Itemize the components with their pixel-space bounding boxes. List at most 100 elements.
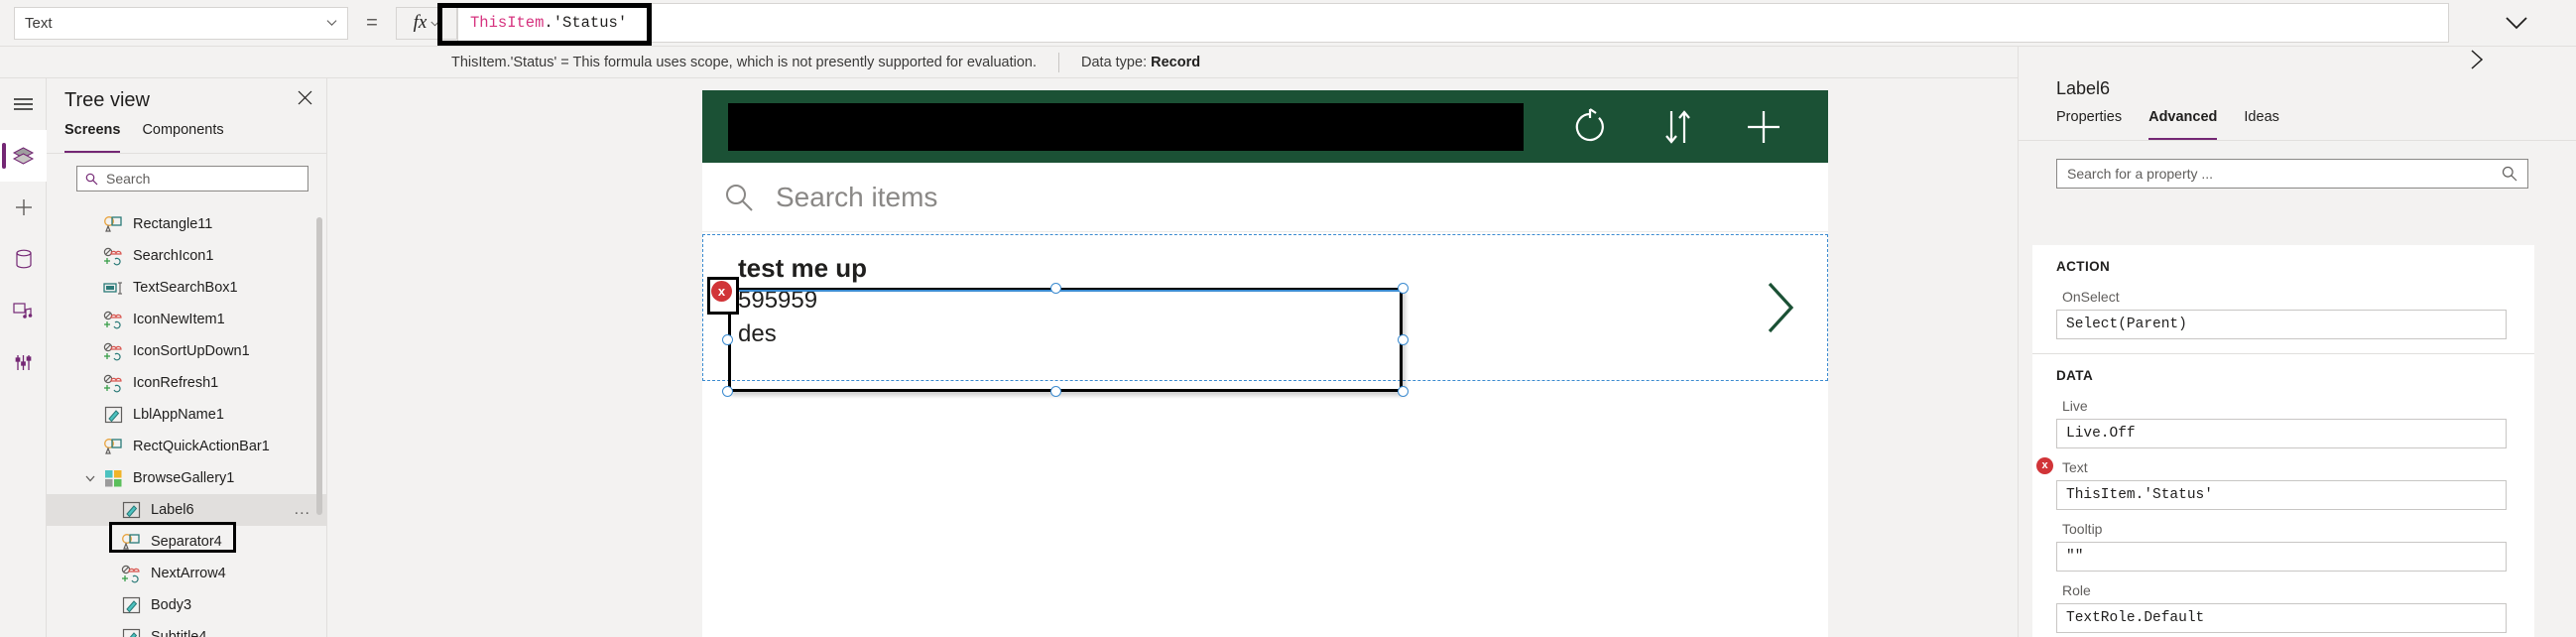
tree-item-label: Subtitle4 [151, 629, 207, 637]
label-icon [102, 404, 124, 426]
formula-bar: Text = fx ThisItem .'Status' [0, 0, 2576, 47]
property-label-text: x Text [2032, 448, 2534, 480]
media-button[interactable] [0, 285, 47, 336]
properties-field-list: ACTION OnSelect Select(Parent) DATA Live Live… [2032, 245, 2534, 637]
property-input-tooltip[interactable]: "" [2056, 542, 2507, 572]
tree-item-subtitle4[interactable]: Subtitle4 [47, 621, 326, 637]
tree-item-browsegallery1[interactable]: BrowseGallery1 [47, 462, 326, 494]
tree-search-input[interactable]: Search [76, 166, 308, 191]
icon-icon [102, 372, 124, 394]
property-input-role[interactable]: TextRole.Default [2056, 603, 2507, 633]
formula-input[interactable]: ThisItem .'Status' [457, 3, 2449, 43]
tree-item-searchicon1[interactable]: SearchIcon1 [47, 240, 326, 272]
tree-item-label6[interactable]: Label6... [47, 494, 326, 526]
shape-icon [120, 531, 142, 553]
property-input-text[interactable]: ThisItem.'Status' [2056, 480, 2507, 510]
tree-item-label: NextArrow4 [151, 566, 226, 581]
tree-item-overflow-button[interactable]: ... [295, 501, 310, 519]
formula-token-identifier: ThisItem [470, 14, 545, 32]
gallery-icon [102, 467, 124, 489]
tree-item-textsearchbox1[interactable]: TextSearchBox1 [47, 272, 326, 304]
section-heading-data: DATA [2056, 368, 2094, 383]
app-name-label-redacted [728, 102, 1524, 151]
expand-panel-button[interactable] [2469, 49, 2485, 75]
property-input-live[interactable]: Live.Off [2056, 419, 2507, 448]
resize-handle-top[interactable] [1050, 283, 1061, 294]
property-search-input[interactable]: Search for a property ... [2056, 159, 2528, 189]
resize-handle-bottom-right[interactable] [1398, 386, 1409, 397]
add-new-item-icon[interactable] [1745, 108, 1782, 146]
insert-button[interactable] [0, 182, 47, 233]
tab-screens[interactable]: Screens [64, 122, 121, 153]
formula-token-rest: .'Status' [544, 14, 628, 32]
tree-view-tabs: Screens Components [47, 122, 326, 154]
tree-item-iconrefresh1[interactable]: IconRefresh1 [47, 367, 326, 399]
chevron-down-icon [326, 20, 337, 26]
refresh-icon[interactable] [1570, 107, 1610, 147]
resize-handle-bottom[interactable] [1050, 386, 1061, 397]
tree-search-placeholder: Search [106, 171, 151, 187]
tab-properties[interactable]: Properties [2056, 109, 2122, 140]
app-search-bar[interactable]: Search items [702, 163, 1828, 232]
variables-button[interactable] [0, 336, 47, 388]
left-icon-rail [0, 78, 47, 637]
hamburger-menu-icon [14, 98, 33, 110]
browse-gallery[interactable]: test me up 595959 des x [702, 234, 1828, 397]
close-panel-button[interactable] [298, 90, 312, 110]
icon-icon [102, 340, 124, 362]
hamburger-menu-button[interactable] [0, 78, 47, 130]
tree-item-lblappname1[interactable]: LblAppName1 [47, 399, 326, 431]
property-error-badge[interactable]: x [2036, 457, 2053, 474]
property-input-onselect[interactable]: Select(Parent) [2056, 310, 2507, 339]
property-search-placeholder: Search for a property ... [2067, 166, 2214, 182]
tree-view-icon [12, 147, 35, 165]
insert-add-icon [15, 199, 32, 215]
formula-error-message: ThisItem.'Status' = This formula uses sc… [451, 54, 1037, 70]
tree-item-rectquickactionbar1[interactable]: RectQuickActionBar1 [47, 431, 326, 462]
resize-handle-right[interactable] [1398, 334, 1409, 345]
tab-ideas[interactable]: Ideas [2244, 109, 2278, 140]
tree-item-separator4[interactable]: Separator4 [47, 526, 326, 558]
search-icon [726, 184, 753, 211]
tree-item-label: LblAppName1 [133, 407, 224, 423]
icon-icon [102, 309, 124, 330]
chevron-down-icon [430, 21, 439, 26]
tab-components[interactable]: Components [142, 122, 223, 153]
formula-input-wrapper: ThisItem .'Status' [457, 3, 2449, 43]
app-preview-screen: Search items test me up 595959 des x [702, 90, 1828, 637]
properties-panel: Label6 Properties Advanced Ideas Search … [2018, 47, 2576, 637]
search-icon [85, 173, 98, 185]
data-sources-button[interactable] [0, 233, 47, 285]
sidebar-item-tree-view[interactable] [0, 130, 47, 182]
sort-up-down-icon[interactable] [1663, 107, 1691, 147]
resize-handle-left[interactable] [722, 334, 733, 345]
tree-item-label: Label6 [151, 502, 194, 518]
variables-icon [15, 354, 32, 370]
tree-scrollbar[interactable] [316, 217, 322, 515]
resize-handle-top-right[interactable] [1398, 283, 1409, 294]
chevron-down-icon[interactable] [84, 472, 96, 484]
resize-handle-bottom-left[interactable] [722, 386, 733, 397]
label-icon [120, 594, 142, 616]
label-icon [120, 626, 142, 637]
tree-item-body3[interactable]: Body3 [47, 589, 326, 621]
error-badge[interactable]: x [711, 281, 732, 302]
fx-button[interactable]: fx [396, 6, 457, 40]
tree-item-iconnewitem1[interactable]: IconNewItem1 [47, 304, 326, 335]
tree-view-panel: Tree view Screens Components Search Rect… [47, 78, 327, 637]
tree-item-nextarrow4[interactable]: NextArrow4 [47, 558, 326, 589]
data-sources-icon [15, 249, 32, 269]
tree-item-label: Rectangle11 [133, 216, 213, 232]
textbox-icon [102, 277, 124, 299]
icon-icon [102, 245, 124, 267]
formula-bar-collapse-button[interactable] [2457, 16, 2576, 31]
property-selector[interactable]: Text [14, 6, 348, 40]
shape-icon [102, 213, 124, 235]
selected-control-box[interactable] [728, 288, 1403, 392]
tree-item-iconsortupdown1[interactable]: IconSortUpDown1 [47, 335, 326, 367]
chevron-right-icon[interactable] [1764, 280, 1797, 335]
tab-advanced[interactable]: Advanced [2148, 109, 2218, 140]
tree-item-rectangle11[interactable]: Rectangle11 [47, 208, 326, 240]
tree-view-header: Tree view [47, 78, 326, 122]
properties-tabs: Properties Advanced Ideas [2019, 109, 2576, 141]
